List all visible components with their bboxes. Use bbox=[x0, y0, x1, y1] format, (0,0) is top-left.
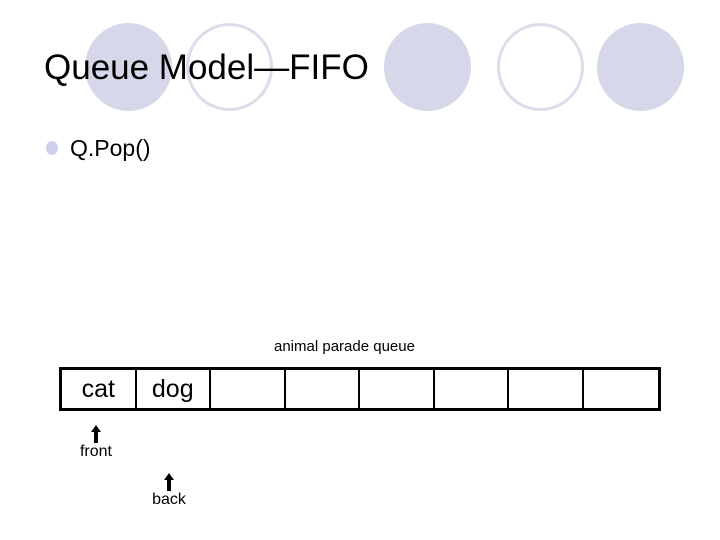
back-label: back bbox=[152, 491, 186, 508]
queue-cell: cat bbox=[62, 370, 137, 408]
queue-caption: animal parade queue bbox=[274, 338, 415, 355]
back-pointer: back bbox=[149, 473, 189, 509]
decor-circle-4 bbox=[497, 23, 584, 111]
bullet-text: Q.Pop() bbox=[70, 135, 151, 161]
decor-circle-5 bbox=[597, 23, 684, 111]
queue-cell bbox=[211, 370, 286, 408]
queue-cell bbox=[435, 370, 509, 408]
slide-title: Queue Model—FIFO bbox=[44, 48, 369, 87]
up-arrow-icon bbox=[91, 425, 101, 443]
queue-cell bbox=[584, 370, 658, 408]
queue-box: cat dog bbox=[59, 367, 661, 411]
queue-cell bbox=[286, 370, 360, 408]
up-arrow-icon bbox=[164, 473, 174, 491]
queue-cell bbox=[360, 370, 435, 408]
decor-circle-3 bbox=[384, 23, 471, 111]
bullet-icon bbox=[46, 141, 58, 155]
front-label: front bbox=[79, 443, 112, 460]
queue-cell bbox=[509, 370, 584, 408]
front-pointer: front bbox=[76, 425, 116, 461]
queue-cell: dog bbox=[137, 370, 211, 408]
